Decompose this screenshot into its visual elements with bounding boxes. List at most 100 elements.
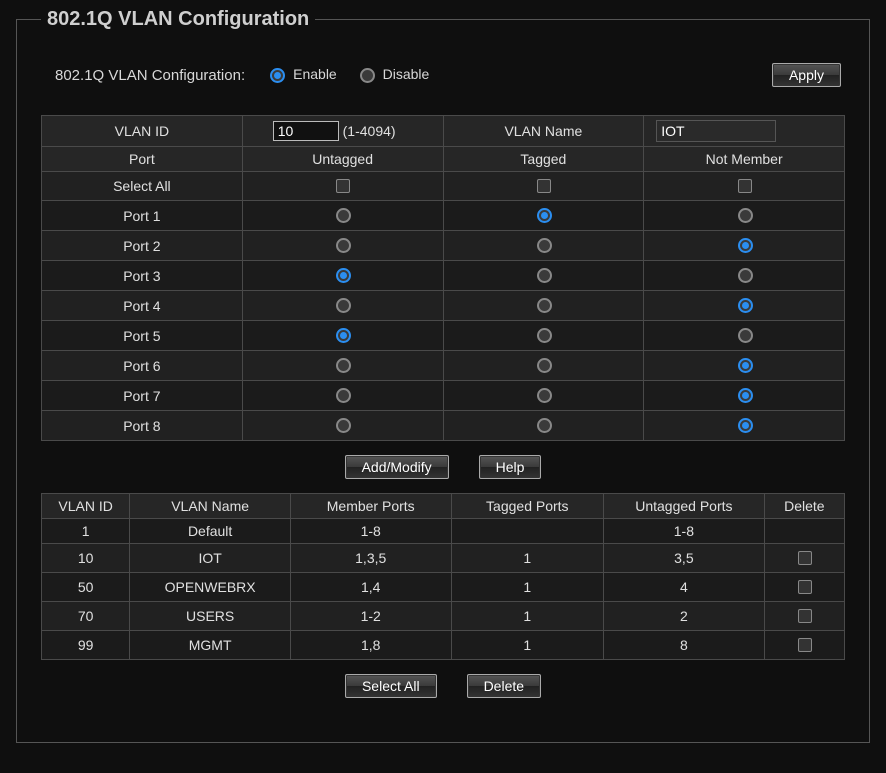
add-modify-button[interactable]: Add/Modify: [345, 455, 449, 479]
vlan-id-header: VLAN ID: [42, 116, 243, 147]
vlan-cell-member: 1-8: [290, 519, 451, 544]
port-notmember-radio[interactable]: [738, 298, 753, 313]
port-row: Port 8: [42, 411, 845, 441]
select-all-untagged-checkbox[interactable]: [336, 179, 350, 193]
vlan-cell-name: USERS: [130, 602, 291, 631]
port-row: Port 6: [42, 351, 845, 381]
vlan-cell-tagged: 1: [451, 544, 604, 573]
enable-option[interactable]: Enable: [265, 65, 337, 83]
port-tagged-radio[interactable]: [537, 298, 552, 313]
port-label: Port 4: [42, 291, 243, 321]
vlan-row[interactable]: 70USERS1-212: [42, 602, 845, 631]
port-label: Port 2: [42, 231, 243, 261]
port-header: Port: [42, 147, 243, 172]
delete-button[interactable]: Delete: [467, 674, 541, 698]
vlan-cell-tagged: 1: [451, 602, 604, 631]
vlan-cell-tagged: [451, 519, 604, 544]
list-hdr-untagged-ports: Untagged Ports: [604, 494, 765, 519]
vlan-list-table: VLAN ID VLAN Name Member Ports Tagged Po…: [41, 493, 845, 660]
vlan-delete-checkbox[interactable]: [798, 551, 812, 565]
port-label: Port 5: [42, 321, 243, 351]
port-notmember-radio[interactable]: [738, 268, 753, 283]
vlan-name-header: VLAN Name: [443, 116, 644, 147]
vlan-cell-id: 70: [42, 602, 130, 631]
vlan-cell-member: 1-2: [290, 602, 451, 631]
select-all-tagged-checkbox[interactable]: [537, 179, 551, 193]
disable-label: Disable: [383, 66, 430, 82]
port-untagged-radio[interactable]: [336, 208, 351, 223]
port-tagged-radio[interactable]: [537, 268, 552, 283]
list-hdr-vlan-id: VLAN ID: [42, 494, 130, 519]
enable-radio[interactable]: [270, 68, 285, 83]
port-editor-table: VLAN ID (1-4094) VLAN Name Port Untagged…: [41, 115, 845, 441]
vlan-cell-tagged: 1: [451, 573, 604, 602]
vlan-cell-untagged: 1-8: [604, 519, 765, 544]
port-row: Port 1: [42, 201, 845, 231]
vlan-cell-id: 1: [42, 519, 130, 544]
port-untagged-radio[interactable]: [336, 418, 351, 433]
vlan-cell-untagged: 2: [604, 602, 765, 631]
vlan-cell-id: 50: [42, 573, 130, 602]
vlan-id-input[interactable]: [273, 121, 339, 141]
list-hdr-tagged-ports: Tagged Ports: [451, 494, 604, 519]
port-tagged-radio[interactable]: [537, 388, 552, 403]
port-tagged-radio[interactable]: [537, 328, 552, 343]
enable-label: Enable: [293, 66, 337, 82]
list-hdr-member-ports: Member Ports: [290, 494, 451, 519]
vlan-cell-tagged: 1: [451, 631, 604, 660]
port-notmember-radio[interactable]: [738, 418, 753, 433]
vlan-cell-id: 99: [42, 631, 130, 660]
vlan-row[interactable]: 1Default1-81-8: [42, 519, 845, 544]
port-notmember-radio[interactable]: [738, 328, 753, 343]
port-tagged-radio[interactable]: [537, 358, 552, 373]
vlan-row[interactable]: 99MGMT1,818: [42, 631, 845, 660]
vlan-row[interactable]: 50OPENWEBRX1,414: [42, 573, 845, 602]
port-untagged-radio[interactable]: [336, 328, 351, 343]
vlan-cell-member: 1,3,5: [290, 544, 451, 573]
port-label: Port 8: [42, 411, 243, 441]
vlan-cell-name: OPENWEBRX: [130, 573, 291, 602]
port-notmember-radio[interactable]: [738, 238, 753, 253]
config-label: 802.1Q VLAN Configuration:: [55, 67, 245, 84]
port-untagged-radio[interactable]: [336, 268, 351, 283]
port-label: Port 6: [42, 351, 243, 381]
vlan-delete-checkbox[interactable]: [798, 609, 812, 623]
config-row: 802.1Q VLAN Configuration: Enable Disabl…: [55, 63, 841, 87]
untagged-header: Untagged: [242, 147, 443, 172]
disable-option[interactable]: Disable: [355, 65, 430, 83]
port-row: Port 2: [42, 231, 845, 261]
port-label: Port 3: [42, 261, 243, 291]
tagged-header: Tagged: [443, 147, 644, 172]
vlan-delete-checkbox[interactable]: [798, 580, 812, 594]
port-untagged-radio[interactable]: [336, 238, 351, 253]
port-untagged-radio[interactable]: [336, 358, 351, 373]
vlan-name-input[interactable]: [656, 120, 776, 142]
port-tagged-radio[interactable]: [537, 208, 552, 223]
vlan-cell-member: 1,4: [290, 573, 451, 602]
port-tagged-radio[interactable]: [537, 238, 552, 253]
port-notmember-radio[interactable]: [738, 208, 753, 223]
port-row: Port 7: [42, 381, 845, 411]
help-button[interactable]: Help: [479, 455, 542, 479]
port-notmember-radio[interactable]: [738, 388, 753, 403]
select-all-button[interactable]: Select All: [345, 674, 437, 698]
vlan-cell-id: 10: [42, 544, 130, 573]
vlan-cell-name: Default: [130, 519, 291, 544]
port-tagged-radio[interactable]: [537, 418, 552, 433]
page-title: 802.1Q VLAN Configuration: [41, 8, 315, 31]
disable-radio[interactable]: [360, 68, 375, 83]
vlan-cell-untagged: 3,5: [604, 544, 765, 573]
port-untagged-radio[interactable]: [336, 388, 351, 403]
port-notmember-radio[interactable]: [738, 358, 753, 373]
port-untagged-radio[interactable]: [336, 298, 351, 313]
vlan-cell-untagged: 4: [604, 573, 765, 602]
port-row: Port 3: [42, 261, 845, 291]
vlan-config-panel: 802.1Q VLAN Configuration 802.1Q VLAN Co…: [16, 8, 870, 743]
apply-button[interactable]: Apply: [772, 63, 841, 87]
vlan-delete-checkbox[interactable]: [798, 638, 812, 652]
select-all-notmember-checkbox[interactable]: [738, 179, 752, 193]
vlan-cell-name: MGMT: [130, 631, 291, 660]
vlan-cell-member: 1,8: [290, 631, 451, 660]
vlan-row[interactable]: 10IOT1,3,513,5: [42, 544, 845, 573]
vlan-id-hint: (1-4094): [343, 123, 396, 139]
